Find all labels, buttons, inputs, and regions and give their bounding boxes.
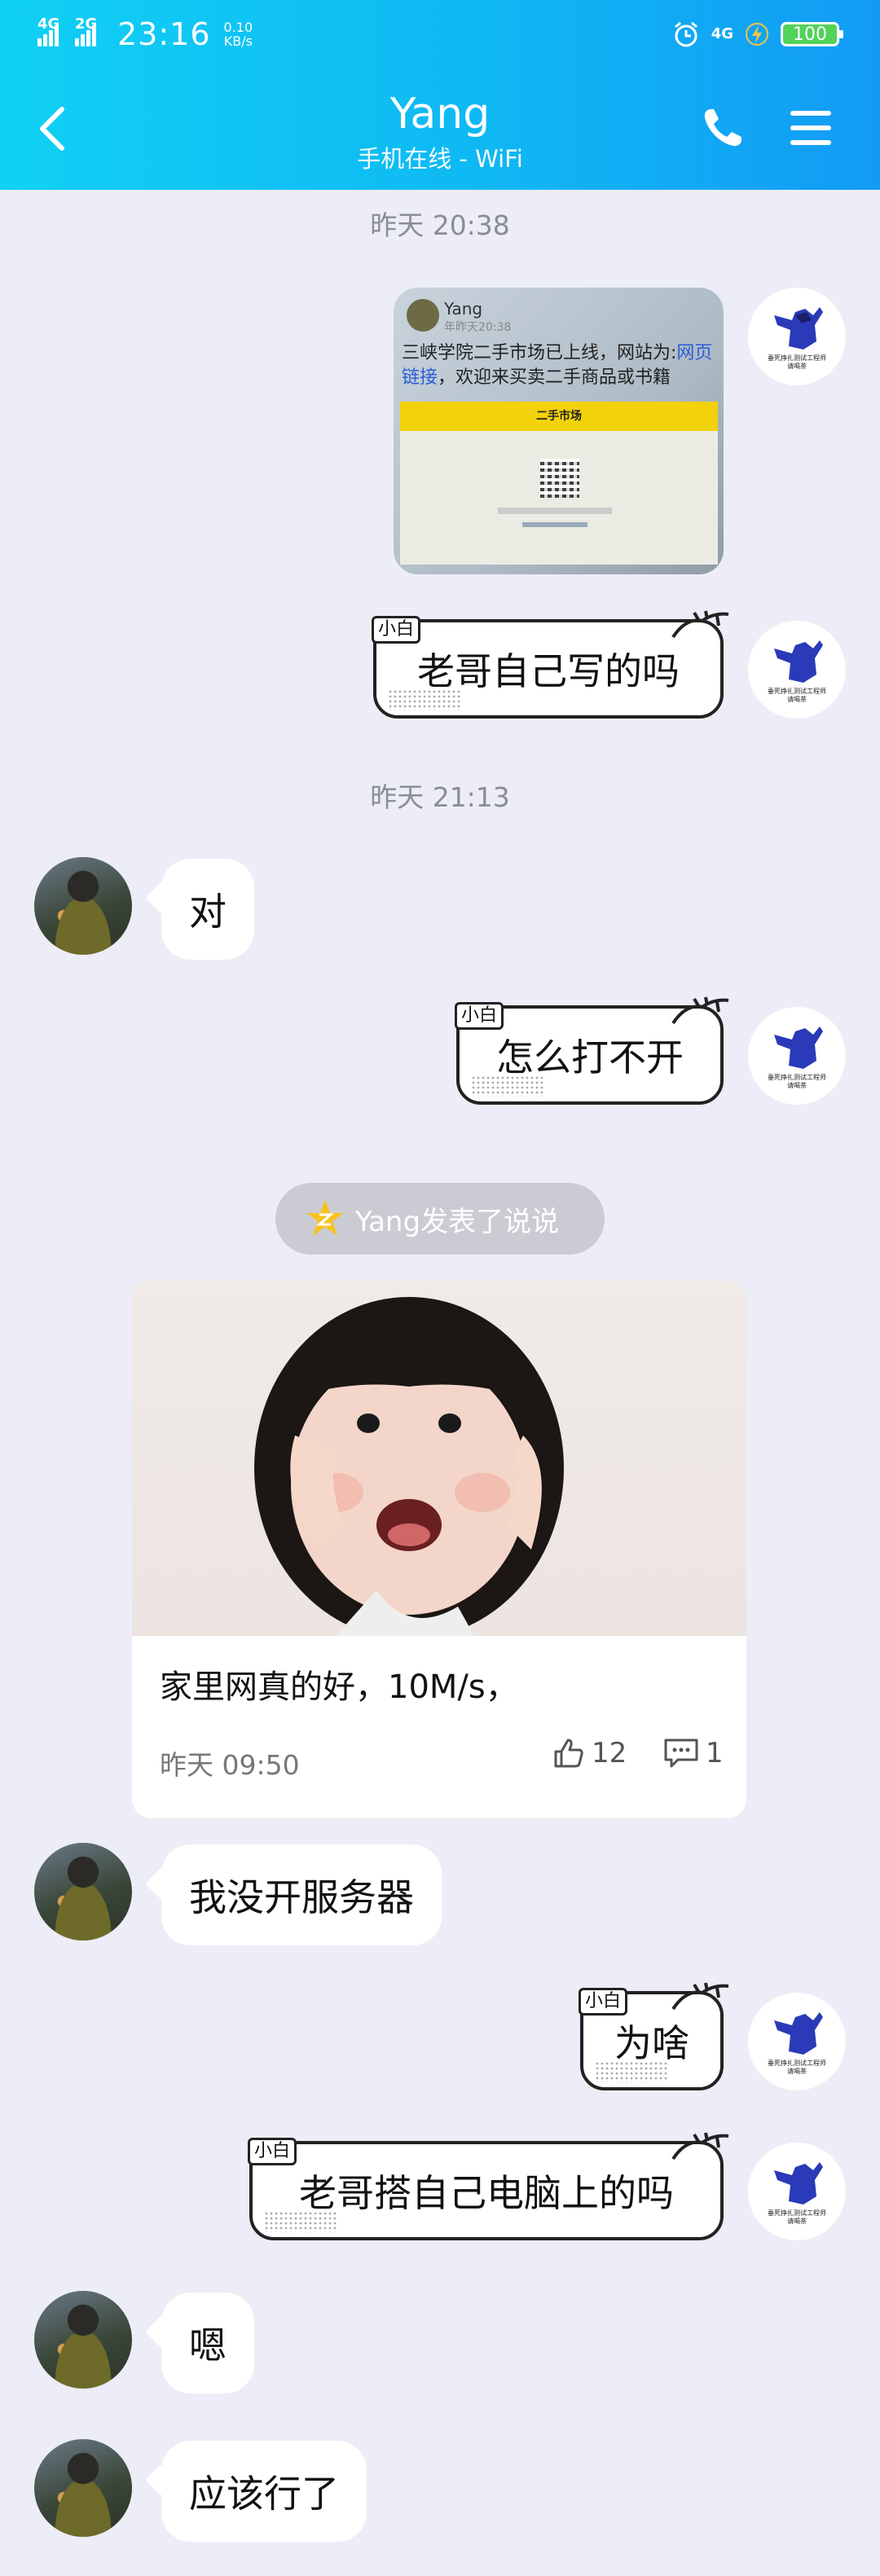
chat-title: Yang — [389, 90, 491, 138]
speed-value: 0.10 — [223, 20, 253, 35]
message-text: 应该行了 — [189, 2472, 339, 2516]
message-text: 老哥搭自己电脑上的吗 — [299, 2171, 674, 2215]
image-text-part: ，欢迎来买卖二手商品或书籍 — [438, 367, 671, 388]
dabbing-figure-icon — [774, 307, 823, 349]
message-bubble-sent[interactable]: 小白 为啥 — [579, 1982, 729, 2090]
like-button[interactable]: 12 — [552, 1737, 627, 1769]
image-message[interactable]: Yang 年昨天20:38 三峡学院二手市场已上线，网站为:网页链接，欢迎来买卖… — [394, 288, 724, 574]
bird-decoration-icon — [671, 1982, 729, 2011]
message-bubble-sent[interactable]: 小白 老哥搭自己电脑上的吗 — [248, 2132, 729, 2240]
feed-text: 家里网真的好，10M/s， — [160, 1668, 518, 1706]
battery-level: 100 — [793, 24, 827, 45]
dabbing-figure-icon — [774, 640, 823, 683]
my-avatar[interactable]: 垂死挣扎测试工程师 请喝茶 — [748, 2143, 846, 2240]
bubble-tag: 小白 — [248, 2138, 297, 2165]
contact-avatar[interactable] — [34, 2291, 132, 2389]
clock: 23:16 — [117, 16, 211, 52]
message-text: 我没开服务器 — [189, 1875, 414, 1919]
title-bar: 4G 2G 23:16 0.10 KB/s 4G 100 Yang 手机在线 -… — [0, 0, 880, 190]
signal-icon: 2G — [75, 15, 104, 46]
alarm-icon — [674, 21, 697, 47]
online-status: 手机在线 - WiFi — [357, 145, 523, 173]
phone-icon[interactable] — [699, 104, 746, 152]
feed-card[interactable]: 家里网真的好，10M/s， 昨天 09:50 12 1 — [132, 1281, 746, 1818]
bird-decoration-icon — [671, 610, 729, 639]
image-date: 年昨天20:38 — [444, 321, 512, 334]
thumbs-up-icon — [554, 1739, 583, 1768]
network-speed: 0.10 KB/s — [224, 20, 253, 48]
status-bar-right: 4G 100 — [672, 18, 843, 51]
bubble-tag: 小白 — [455, 1002, 504, 1030]
battery-indicator: 100 — [781, 22, 843, 46]
contact-avatar[interactable] — [34, 2439, 132, 2537]
message-bubble-received[interactable]: 应该行了 — [161, 2441, 367, 2542]
network-type-label: 4G — [37, 15, 60, 33]
message-text: 为啥 — [614, 2021, 689, 2065]
my-avatar[interactable]: 垂死挣扎测试工程师 请喝茶 — [748, 621, 846, 719]
avatar-caption: 垂死挣扎测试工程师 请喝茶 — [768, 2209, 826, 2225]
dabbing-figure-icon — [774, 1026, 823, 1069]
bubble-tag: 小白 — [579, 1988, 628, 2016]
charging-icon — [746, 23, 768, 46]
message-bubble-sent[interactable]: 小白 老哥自己写的吗 — [372, 610, 729, 719]
comment-count: 1 — [706, 1737, 724, 1769]
menu-icon[interactable] — [787, 108, 834, 148]
feed-date: 昨天 09:50 — [160, 1749, 300, 1781]
message-bubble-received[interactable]: 对 — [161, 859, 254, 960]
my-avatar[interactable]: 垂死挣扎测试工程师 请喝茶 — [748, 1993, 846, 2090]
comment-button[interactable]: 1 — [663, 1737, 724, 1769]
image-text: 三峡学院二手市场已上线，网站为:网页链接，欢迎来买卖二手商品或书籍 — [402, 341, 719, 390]
my-avatar[interactable]: 垂死挣扎测试工程师 请喝茶 — [748, 288, 846, 385]
signal-icon: 4G — [37, 15, 67, 46]
avatar — [407, 299, 439, 332]
message-text: 老哥自己写的吗 — [417, 649, 680, 693]
message-bubble-received[interactable]: 我没开服务器 — [161, 1844, 442, 1945]
bird-decoration-icon — [671, 2132, 729, 2161]
feed-notice[interactable]: Yang发表了说说 — [275, 1183, 605, 1255]
bird-decoration-icon — [671, 996, 729, 1025]
feed-notice-text: Yang发表了说说 — [355, 1205, 560, 1238]
dabbing-figure-icon — [774, 2162, 823, 2205]
avatar-caption: 垂死挣扎测试工程师 请喝茶 — [768, 354, 826, 370]
speed-unit: KB/s — [223, 33, 253, 49]
avatar-caption: 垂死挣扎测试工程师 请喝茶 — [768, 2059, 826, 2075]
child-photo — [254, 1297, 564, 1636]
feed-photo — [132, 1281, 746, 1636]
my-avatar[interactable]: 垂死挣扎测试工程师 请喝茶 — [748, 1007, 846, 1105]
network-type-label: 2G — [75, 15, 98, 33]
contact-avatar[interactable] — [34, 1843, 132, 1941]
contact-avatar[interactable] — [34, 857, 132, 955]
timestamp: 昨天 20:38 — [370, 209, 510, 241]
network-type-right: 4G — [711, 25, 733, 42]
bubble-tag: 小白 — [372, 616, 421, 644]
avatar-caption: 垂死挣扎测试工程师 请喝茶 — [768, 688, 826, 703]
message-text: 嗯 — [189, 2323, 227, 2367]
webpage-banner: 二手市场 — [400, 402, 718, 431]
dabbing-figure-icon — [774, 2012, 823, 2055]
status-bar-left: 4G 2G 23:16 0.10 KB/s — [37, 15, 253, 52]
timestamp: 昨天 21:13 — [370, 781, 510, 813]
comment-icon — [664, 1739, 698, 1768]
message-bubble-received[interactable]: 嗯 — [161, 2292, 254, 2394]
qzone-star-icon — [306, 1200, 344, 1236]
webpage-preview: 二手市场 — [400, 402, 718, 565]
like-count: 12 — [592, 1737, 627, 1769]
message-text: 怎么打不开 — [496, 1035, 684, 1079]
image-text-part: 三峡学院二手市场已上线，网站为: — [402, 343, 677, 363]
image-author: Yang — [444, 299, 483, 319]
message-bubble-sent[interactable]: 小白 怎么打不开 — [455, 996, 729, 1105]
avatar-caption: 垂死挣扎测试工程师 请喝茶 — [768, 1074, 826, 1089]
message-text: 对 — [189, 890, 227, 934]
